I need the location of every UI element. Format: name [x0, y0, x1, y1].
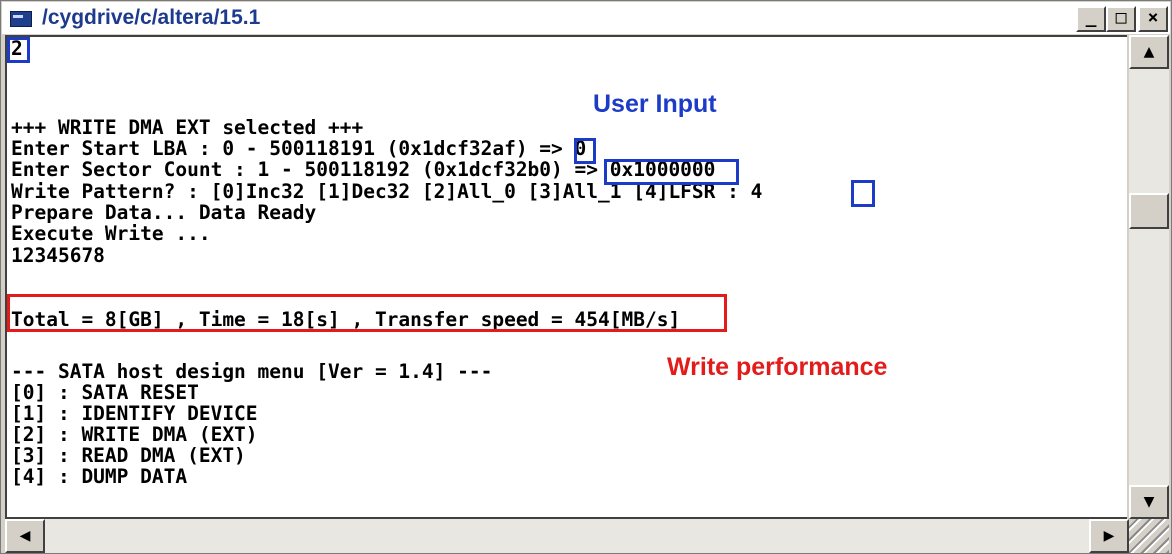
menu-item-sata-reset: [0] : SATA RESET [11, 381, 199, 404]
minimize-button[interactable]: _ [1076, 6, 1106, 32]
console-area[interactable]: 2 +++ WRITE DMA EXT selected +++ Enter S… [5, 35, 1127, 519]
scroll-thumb[interactable] [1129, 193, 1169, 229]
console-line: 12345678 [11, 244, 105, 267]
user-input-box-selection [7, 37, 30, 63]
menu-item-write-dma: [2] : WRITE DMA (EXT) [11, 423, 258, 446]
resize-grip[interactable] [1129, 519, 1169, 553]
console-line: +++ WRITE DMA EXT selected +++ [11, 116, 364, 139]
console-line: Execute Write ... [11, 222, 211, 245]
scroll-right-button[interactable]: ▶ [1089, 519, 1129, 553]
console-line: Prepare Data... Data Ready [11, 201, 317, 224]
user-input-label: User Input [593, 90, 717, 118]
user-input-box-start-lba [574, 138, 596, 164]
title-bar[interactable]: /cygdrive/c/altera/15.1 _ □ × [2, 2, 1170, 34]
scroll-up-button[interactable]: ▲ [1129, 35, 1169, 69]
menu-item-identify-device: [1] : IDENTIFY DEVICE [11, 402, 258, 425]
menu-item-dump-data: [4] : DUMP DATA [11, 465, 188, 488]
window-title: /cygdrive/c/altera/15.1 [42, 6, 261, 29]
horizontal-scrollbar[interactable]: ◀ ▶ [5, 519, 1129, 553]
menu-header: --- SATA host design menu [Ver = 1.4] --… [11, 360, 493, 383]
scroll-down-button[interactable]: ▼ [1129, 485, 1169, 519]
user-input-box-pattern [851, 180, 875, 207]
terminal-window: /cygdrive/c/altera/15.1 _ □ × 2 +++ WRIT… [0, 0, 1172, 554]
menu-item-read-dma: [3] : READ DMA (EXT) [11, 444, 246, 467]
write-performance-label: Write performance [667, 353, 888, 381]
vertical-scrollbar[interactable]: ▲ ▼ [1129, 35, 1169, 519]
user-input-box-sector-count [604, 159, 739, 185]
console-line: Enter Start LBA : 0 - 500118191 (0x1dcf3… [11, 137, 587, 160]
close-button[interactable]: × [1138, 6, 1168, 32]
write-performance-box [7, 294, 727, 332]
maximize-button[interactable]: □ [1106, 6, 1136, 32]
terminal-app-icon[interactable] [10, 11, 32, 27]
scroll-left-button[interactable]: ◀ [5, 519, 45, 553]
